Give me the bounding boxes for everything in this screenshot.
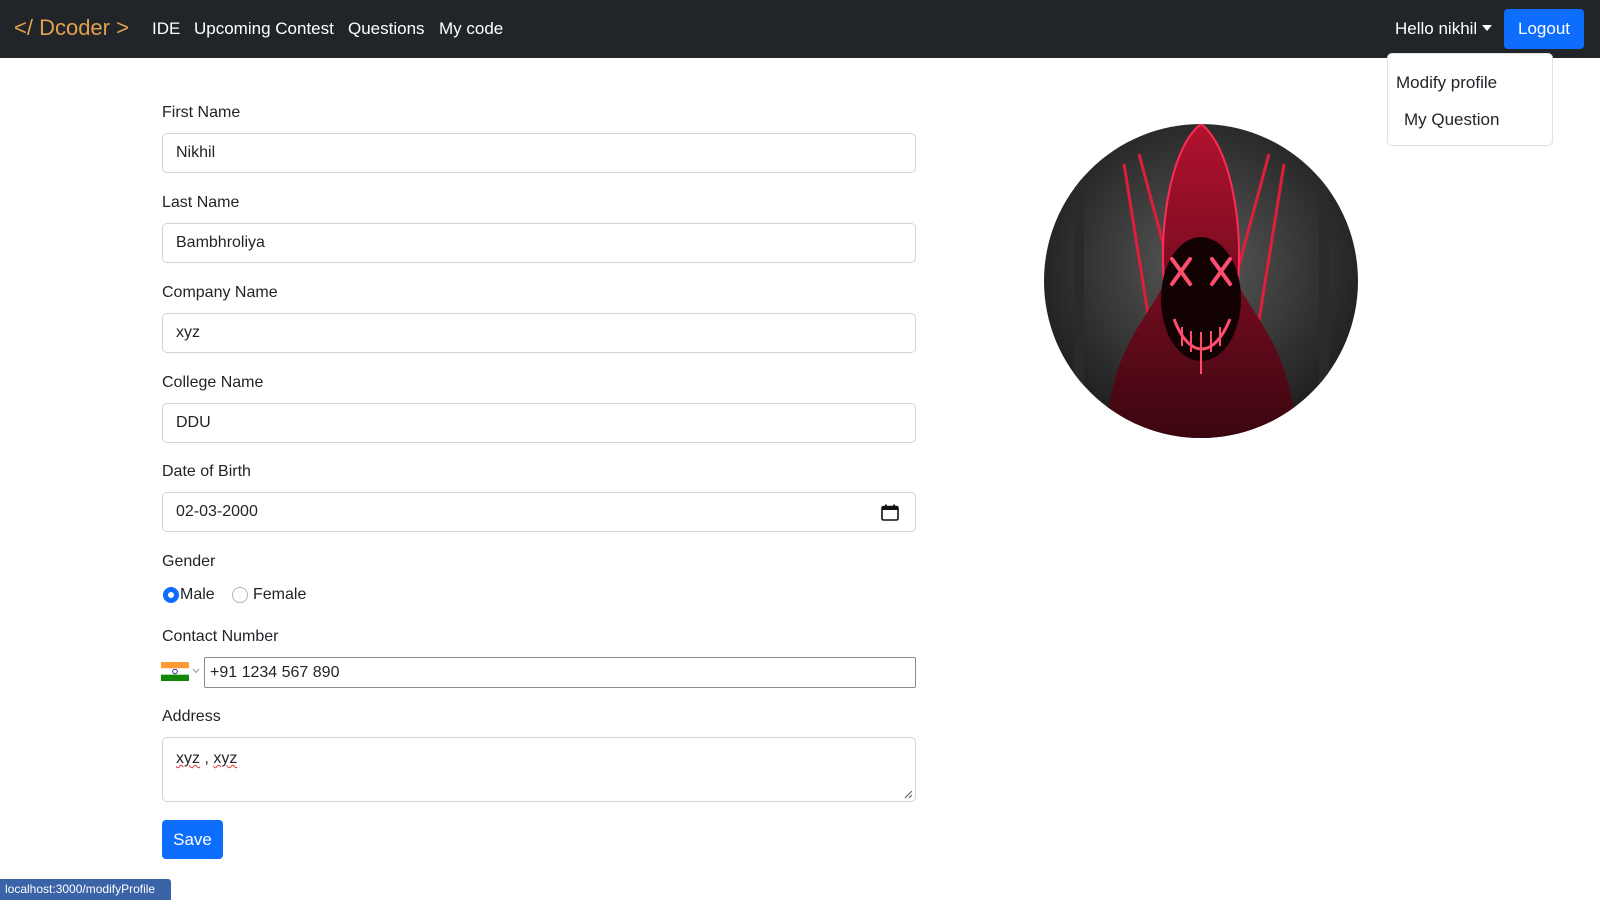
logout-button[interactable]: Logout [1504, 9, 1584, 49]
user-greeting: Hello nikhil [1395, 19, 1478, 38]
dropdown-item-my-question[interactable]: My Question [1404, 110, 1499, 130]
last-name-label: Last Name [162, 194, 240, 211]
address-textarea[interactable]: xyz , xyz [162, 737, 916, 802]
india-flag-icon[interactable] [161, 662, 189, 681]
nav-link-questions[interactable]: Questions [348, 19, 425, 39]
last-name-input[interactable] [162, 223, 916, 263]
company-name-input[interactable] [162, 313, 916, 353]
caret-down-icon [1482, 25, 1493, 31]
nav-link-my-code[interactable]: My code [439, 19, 503, 39]
calendar-icon[interactable] [881, 504, 899, 521]
gender-label: Gender [162, 553, 216, 570]
country-chevron-down-icon[interactable] [192, 668, 200, 674]
resize-grip-icon[interactable] [904, 790, 913, 799]
save-button[interactable]: Save [162, 820, 223, 859]
nav-link-ide[interactable]: IDE [152, 19, 180, 39]
gender-male-radio[interactable] [163, 587, 179, 603]
link-status-bar: localhost:3000/modifyProfile [0, 879, 171, 900]
college-name-label: College Name [162, 374, 264, 391]
top-navbar: </ Dcoder > IDE Upcoming Contest Questio… [0, 0, 1600, 58]
user-dropdown-menu: Modify profile My Question [1387, 53, 1553, 146]
nav-link-upcoming-contest[interactable]: Upcoming Contest [194, 19, 334, 39]
address-separator: , [200, 750, 214, 767]
user-menu-toggle[interactable]: Hello nikhil [1395, 19, 1493, 39]
gender-male-label[interactable]: Male [180, 586, 215, 604]
brand-logo[interactable]: </ Dcoder > [14, 15, 129, 41]
contact-number-input[interactable] [204, 657, 916, 688]
dob-label: Date of Birth [162, 463, 251, 480]
first-name-label: First Name [162, 104, 241, 121]
first-name-input[interactable] [162, 133, 916, 173]
address-label: Address [162, 708, 221, 725]
contact-number-label: Contact Number [162, 628, 279, 645]
college-name-input[interactable] [162, 403, 916, 443]
avatar [1044, 124, 1358, 438]
gender-female-label[interactable]: Female [253, 586, 306, 604]
dropdown-item-modify-profile[interactable]: Modify profile [1396, 73, 1497, 93]
gender-female-radio[interactable] [232, 587, 248, 603]
address-word: xyz [213, 750, 238, 767]
address-word: xyz [176, 750, 200, 767]
company-name-label: Company Name [162, 284, 278, 301]
dob-date-input[interactable]: 02-03-2000 [162, 492, 916, 532]
dob-value: 02-03-2000 [176, 503, 258, 520]
